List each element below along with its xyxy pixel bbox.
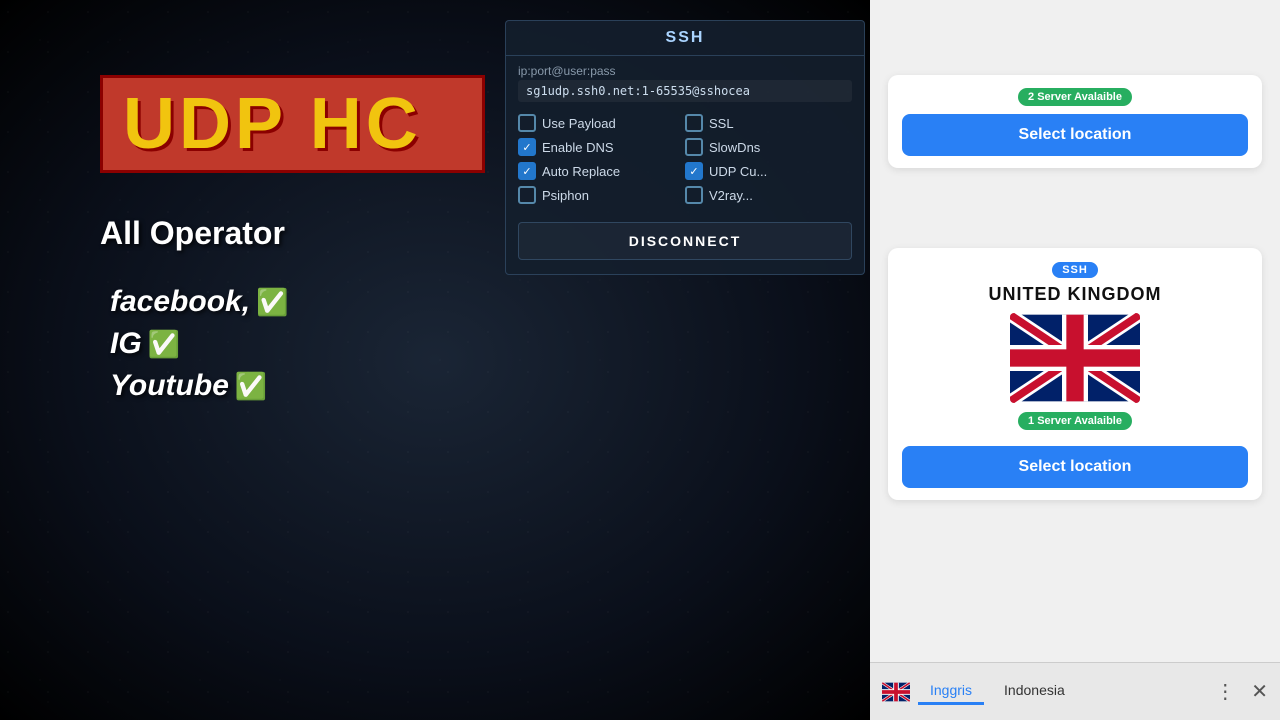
options-grid: Use Payload SSL Enable DNS SlowDns Auto … bbox=[506, 106, 864, 212]
option-label-v2ray: V2ray... bbox=[709, 188, 753, 203]
social-list: facebook, ✅ IG ✅ Youtube ✅ bbox=[110, 285, 288, 411]
ssh-value[interactable]: sg1udp.ssh0.net:1-65535@sshocea bbox=[518, 80, 852, 102]
select-location-button-1[interactable]: Select location bbox=[902, 114, 1248, 156]
app-logo: UDP HC bbox=[123, 88, 462, 160]
checkbox-psiphon[interactable] bbox=[518, 186, 536, 204]
list-item: IG ✅ bbox=[110, 327, 288, 361]
option-enable-dns[interactable]: Enable DNS bbox=[518, 138, 685, 156]
option-auto-replace[interactable]: Auto Replace bbox=[518, 162, 685, 180]
option-slowdns[interactable]: SlowDns bbox=[685, 138, 852, 156]
disconnect-button[interactable]: DISCONNECT bbox=[518, 222, 852, 260]
language-tab-english[interactable]: Inggris bbox=[918, 678, 984, 705]
ssh-title: SSH bbox=[506, 21, 864, 56]
option-label-ssl: SSL bbox=[709, 116, 734, 131]
ssh-input-format-row: ip:port@user:pass sg1udp.ssh0.net:1-6553… bbox=[506, 56, 864, 106]
checkbox-slowdns[interactable] bbox=[685, 138, 703, 156]
country-name: UNITED KINGDOM bbox=[902, 284, 1248, 305]
all-operator-label: All Operator bbox=[100, 215, 285, 252]
ssh-panel: SSH ip:port@user:pass sg1udp.ssh0.net:1-… bbox=[505, 20, 865, 275]
option-psiphon[interactable]: Psiphon bbox=[518, 186, 685, 204]
option-label-use-payload: Use Payload bbox=[542, 116, 616, 131]
option-label-enable-dns: Enable DNS bbox=[542, 140, 614, 155]
server-card-1: 2 Server Avalaible Select location bbox=[880, 60, 1270, 176]
social-ig: IG bbox=[110, 327, 142, 361]
option-label-psiphon: Psiphon bbox=[542, 188, 589, 203]
list-item: facebook, ✅ bbox=[110, 285, 288, 319]
ssh-badge: SSH bbox=[1052, 262, 1098, 278]
checkbox-enable-dns[interactable] bbox=[518, 138, 536, 156]
social-youtube: Youtube bbox=[110, 369, 229, 403]
language-flag-icon bbox=[882, 682, 910, 702]
option-udp-custom[interactable]: UDP Cu... bbox=[685, 162, 852, 180]
select-location-button-2[interactable]: Select location bbox=[902, 446, 1248, 488]
option-ssl[interactable]: SSL bbox=[685, 114, 852, 132]
uk-card: SSH UNITED KINGDOM 1 Server bbox=[888, 248, 1262, 500]
option-use-payload[interactable]: Use Payload bbox=[518, 114, 685, 132]
server-card-2: SSH UNITED KINGDOM 1 Server bbox=[880, 240, 1270, 508]
uk-flag bbox=[1010, 313, 1140, 403]
checkbox-udp-custom[interactable] bbox=[685, 162, 703, 180]
checkbox-use-payload[interactable] bbox=[518, 114, 536, 132]
checkbox-ssl[interactable] bbox=[685, 114, 703, 132]
social-facebook: facebook, bbox=[110, 285, 250, 319]
option-label-auto-replace: Auto Replace bbox=[542, 164, 620, 179]
server-count-badge-1: 2 Server Avalaible bbox=[1018, 88, 1132, 106]
checkbox-v2ray[interactable] bbox=[685, 186, 703, 204]
language-tab-indonesian[interactable]: Indonesia bbox=[992, 678, 1077, 705]
option-label-udp-custom: UDP Cu... bbox=[709, 164, 767, 179]
bottom-bar: Inggris Indonesia ⋮ ✕ bbox=[870, 662, 1280, 720]
server-count-badge-2: 1 Server Avalaible bbox=[1018, 412, 1132, 430]
server-card-1-inner: 2 Server Avalaible Select location bbox=[888, 75, 1262, 168]
check-icon-youtube: ✅ bbox=[235, 371, 267, 402]
ssh-format-label: ip:port@user:pass bbox=[518, 64, 852, 78]
checkbox-auto-replace[interactable] bbox=[518, 162, 536, 180]
option-label-slowdns: SlowDns bbox=[709, 140, 760, 155]
check-icon-ig: ✅ bbox=[148, 329, 180, 360]
more-options-icon[interactable]: ⋮ bbox=[1215, 679, 1235, 704]
check-icon-facebook: ✅ bbox=[256, 287, 288, 318]
logo-box: UDP HC bbox=[100, 75, 485, 173]
option-v2ray[interactable]: V2ray... bbox=[685, 186, 852, 204]
list-item: Youtube ✅ bbox=[110, 369, 288, 403]
close-icon[interactable]: ✕ bbox=[1251, 679, 1268, 704]
